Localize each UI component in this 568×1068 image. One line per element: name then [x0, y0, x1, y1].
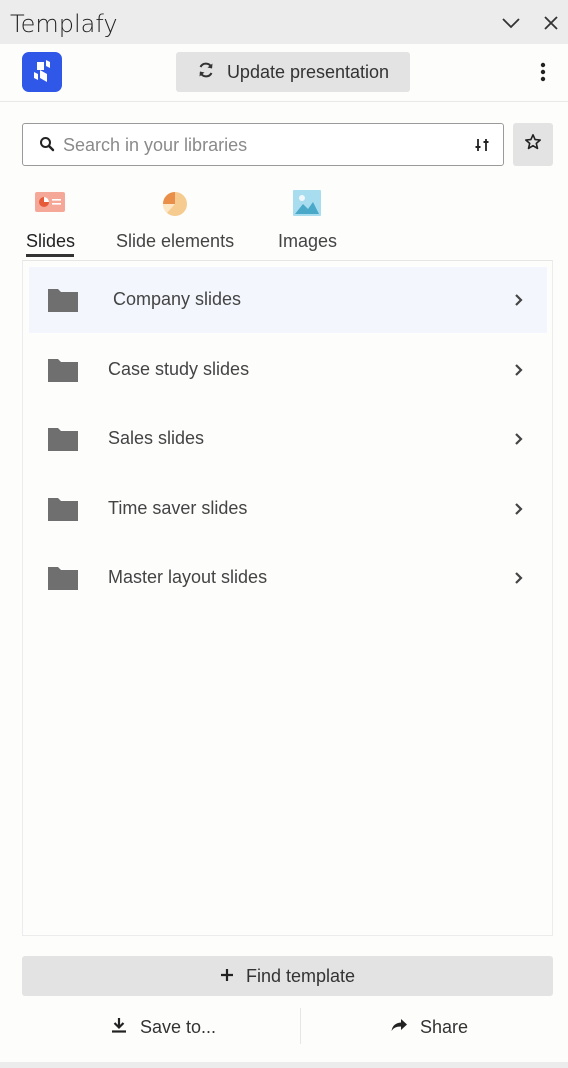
pie-chart-icon [160, 188, 190, 223]
tab-images-label: Images [278, 231, 338, 251]
active-tab-indicator [26, 254, 74, 257]
templafy-panel: Update presentation Search in your libra… [0, 44, 568, 1062]
folder-label: Master layout slides [108, 567, 268, 587]
bottom-edge [0, 1062, 568, 1068]
plus-icon [220, 966, 234, 987]
filter-sort-icon[interactable] [473, 136, 491, 159]
download-icon [110, 1016, 128, 1039]
star-icon [524, 133, 542, 156]
library-tabs: Slides Slide elements Images [0, 184, 568, 260]
save-to-label: Save to... [140, 1016, 217, 1037]
chevron-right-icon [513, 570, 525, 591]
folder-icon [47, 287, 79, 318]
tab-slides-label: Slides [26, 231, 76, 251]
update-presentation-label: Update presentation [226, 61, 390, 82]
folder-label: Company slides [113, 289, 242, 309]
image-icon [292, 188, 322, 223]
folder-row[interactable]: Master layout slides [29, 545, 547, 611]
chevron-right-icon [513, 501, 525, 522]
search-icon [39, 136, 55, 157]
title-bar: Templafy [0, 0, 568, 44]
find-template-button[interactable]: Find template [22, 956, 553, 996]
more-options-icon[interactable] [532, 60, 554, 84]
app-title: Templafy [10, 10, 118, 38]
folder-icon [47, 496, 79, 527]
folder-list: Company slides Case study slides Sales s… [22, 260, 553, 936]
folder-label: Sales slides [108, 428, 205, 448]
chevron-down-icon[interactable] [500, 12, 522, 34]
close-icon[interactable] [540, 12, 562, 34]
update-presentation-button[interactable]: Update presentation [176, 52, 410, 92]
search-box [22, 123, 504, 166]
save-to-button[interactable]: Save to... [110, 1010, 216, 1044]
chevron-right-icon [513, 292, 525, 313]
folder-row[interactable]: Case study slides [29, 337, 547, 403]
templafy-logo [22, 52, 62, 92]
tab-slides[interactable]: Slides [26, 184, 86, 260]
search-input[interactable] [63, 132, 443, 158]
tab-slide-elements-label: Slide elements [116, 231, 235, 251]
folder-label: Case study slides [108, 359, 250, 379]
share-button[interactable]: Share [390, 1010, 468, 1044]
folder-row[interactable]: Company slides [29, 267, 547, 333]
footer-divider [300, 1008, 301, 1044]
refresh-icon [197, 61, 215, 84]
presentation-slide-icon [34, 188, 66, 221]
folder-row[interactable]: Sales slides [29, 406, 547, 472]
favorites-button[interactable] [513, 123, 553, 166]
tab-slide-elements[interactable]: Slide elements [116, 184, 246, 260]
chevron-right-icon [513, 362, 525, 383]
panel-header: Update presentation [0, 44, 568, 102]
folder-icon [47, 357, 79, 388]
share-arrow-icon [390, 1016, 408, 1039]
folder-label: Time saver slides [108, 498, 248, 518]
folder-row[interactable]: Time saver slides [29, 476, 547, 542]
chevron-right-icon [513, 431, 525, 452]
folder-icon [47, 426, 79, 457]
folder-icon [47, 565, 79, 596]
find-template-label: Find template [245, 965, 356, 986]
tab-images[interactable]: Images [278, 184, 348, 260]
share-label: Share [420, 1016, 469, 1037]
